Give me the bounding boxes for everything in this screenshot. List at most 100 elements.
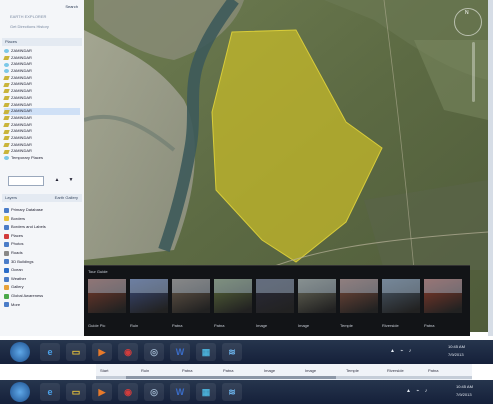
search-panel: Search EARTH EXPLORER Get Directions His… (2, 2, 82, 32)
tour-thumbnail[interactable] (88, 279, 126, 313)
search-hint-links[interactable]: Get Directions History (10, 24, 49, 29)
places-item[interactable]: ZAMINDAR (3, 101, 80, 109)
places-item[interactable]: ZAMINDAR (3, 142, 80, 149)
places-down-button[interactable]: ▼ (66, 176, 76, 184)
taskbar-app-app[interactable]: ◎ (144, 343, 164, 361)
layer-item[interactable]: Photos (4, 240, 80, 249)
strip-label[interactable]: Start (100, 368, 108, 373)
layer-icon (4, 207, 9, 213)
taskbar-clock-time-2[interactable]: 10:45 AM (456, 384, 473, 389)
places-item[interactable]: ZAMINDAR (3, 115, 80, 122)
places-up-button[interactable]: ▲ (52, 176, 62, 184)
places-search-box[interactable] (8, 176, 44, 186)
places-item[interactable]: ZAMINDAR (4, 61, 80, 68)
taskbar-app-explorer[interactable]: ▭ (66, 343, 86, 361)
places-item[interactable]: Temporary Places (4, 155, 80, 162)
places-item[interactable]: ZAMINDAR (3, 75, 80, 82)
app-icon: ◎ (150, 346, 158, 357)
compass-control[interactable]: N (454, 8, 482, 36)
taskbar-app-app2[interactable]: ≋ (222, 343, 242, 361)
places-item[interactable]: ZAMINDAR (3, 108, 80, 115)
strip-label[interactable]: Patna (182, 368, 192, 373)
taskbar-app-paint[interactable]: ▦ (196, 383, 216, 401)
places-item[interactable]: ZAMINDAR (3, 122, 80, 129)
tour-thumbnails (88, 279, 466, 319)
layer-item-label: Primary Database (11, 207, 44, 212)
tray-icons[interactable]: ▲ ⌁ ♪ (390, 348, 413, 354)
start-button-2[interactable] (10, 382, 30, 402)
layer-item[interactable]: Ocean (4, 266, 80, 275)
taskbar-app-ie[interactable]: e (40, 383, 60, 401)
sidebar: Search EARTH EXPLORER Get Directions His… (0, 0, 85, 336)
places-item[interactable]: ZAMINDAR (3, 148, 80, 155)
strip-label[interactable]: Image (264, 368, 275, 373)
polygon-icon (3, 82, 10, 87)
strip-label[interactable]: Temple (346, 368, 359, 373)
taskbar-app-media[interactable]: ▶ (92, 383, 112, 401)
taskbar-top: e ▭ ▶ ◉ ◎ W ▦ ≋ ▲ ⌁ ♪ 10:45 AM 7/9/2013 (0, 340, 493, 364)
places-item[interactable]: ZAMINDAR (4, 48, 80, 55)
layer-item-label: Roads (11, 249, 23, 255)
layer-item[interactable]: Weather (4, 275, 80, 284)
layer-item[interactable]: Borders and Labels (4, 223, 80, 232)
taskbar-app-app2[interactable]: ≋ (222, 383, 242, 401)
layer-item[interactable]: More (4, 301, 80, 310)
places-item[interactable]: ZAMINDAR (3, 128, 80, 135)
layer-item[interactable]: Primary Database (4, 206, 80, 215)
taskbar-app-app[interactable]: ◎ (144, 383, 164, 401)
taskbar-app-chrome[interactable]: ◉ (118, 343, 138, 361)
taskbar-clock-time[interactable]: 10:45 AM (448, 344, 465, 349)
layer-item[interactable]: Roads (4, 249, 80, 258)
taskbar-app-chrome[interactable]: ◉ (118, 383, 138, 401)
places-item[interactable]: ZAMINDAR (4, 68, 80, 75)
strip-label[interactable]: Patna (428, 368, 438, 373)
tour-thumbnail[interactable] (424, 279, 462, 313)
taskbar-app-paint[interactable]: ▦ (196, 343, 216, 361)
paint-icon: ▦ (201, 346, 211, 357)
explorer-icon: ▭ (71, 346, 81, 357)
places-item[interactable]: ZAMINDAR (3, 81, 80, 88)
tour-thumbnail[interactable] (298, 279, 336, 313)
tray-icons-2[interactable]: ▲ ⌁ ♪ (406, 388, 429, 394)
strip-label[interactable]: Image (305, 368, 316, 373)
places-item[interactable]: ZAMINDAR (3, 95, 80, 102)
places-item[interactable]: ZAMINDAR (3, 88, 80, 95)
tour-thumbnail[interactable] (382, 279, 420, 313)
strip-label[interactable]: Patna (223, 368, 233, 373)
layer-item[interactable]: Gallery (4, 283, 80, 292)
search-hint[interactable]: EARTH EXPLORER (10, 14, 46, 19)
taskbar-app-word[interactable]: W (170, 343, 190, 361)
places-item-label: ZAMINDAR (11, 101, 32, 107)
tour-thumbnail-caption: Patna (424, 323, 435, 328)
tour-thumbnail[interactable] (172, 279, 210, 313)
places-item-label: ZAMINDAR (11, 61, 32, 67)
tour-thumbnail[interactable] (256, 279, 294, 313)
places-item[interactable]: ZAMINDAR (3, 135, 80, 142)
tour-thumbnail[interactable] (340, 279, 378, 313)
scrollbar-thumb[interactable] (126, 376, 336, 379)
taskbar-app-word[interactable]: W (170, 383, 190, 401)
strip-label[interactable]: Riverside (387, 368, 404, 373)
places-header[interactable]: Places (2, 38, 82, 46)
taskbar-app-explorer[interactable]: ▭ (66, 383, 86, 401)
taskbar-app-ie[interactable]: e (40, 343, 60, 361)
polygon-icon (3, 56, 10, 61)
layer-item-label: Borders and Labels (11, 224, 46, 230)
search-title[interactable]: Search (65, 4, 78, 9)
zoom-slider[interactable] (472, 42, 475, 102)
strip-label[interactable]: Ruin (141, 368, 149, 373)
layer-item[interactable]: Global Awareness (4, 292, 80, 301)
layer-item[interactable]: Places (4, 232, 80, 241)
places-item[interactable]: ZAMINDAR (3, 55, 80, 62)
start-button[interactable] (10, 342, 30, 362)
polygon-icon (3, 129, 10, 134)
layers-header[interactable]: Layers Earth Gallery (2, 194, 82, 202)
taskbar-app-media[interactable]: ▶ (92, 343, 112, 361)
layer-item[interactable]: 3D Buildings (4, 258, 80, 267)
taskbar-clock-date-2[interactable]: 7/9/2013 (456, 392, 472, 397)
tour-thumbnail[interactable] (214, 279, 252, 313)
layer-item-label: Global Awareness (11, 292, 44, 298)
taskbar-clock-date[interactable]: 7/9/2013 (448, 352, 464, 357)
tour-thumbnail[interactable] (130, 279, 168, 313)
layer-item[interactable]: Borders (4, 215, 80, 224)
